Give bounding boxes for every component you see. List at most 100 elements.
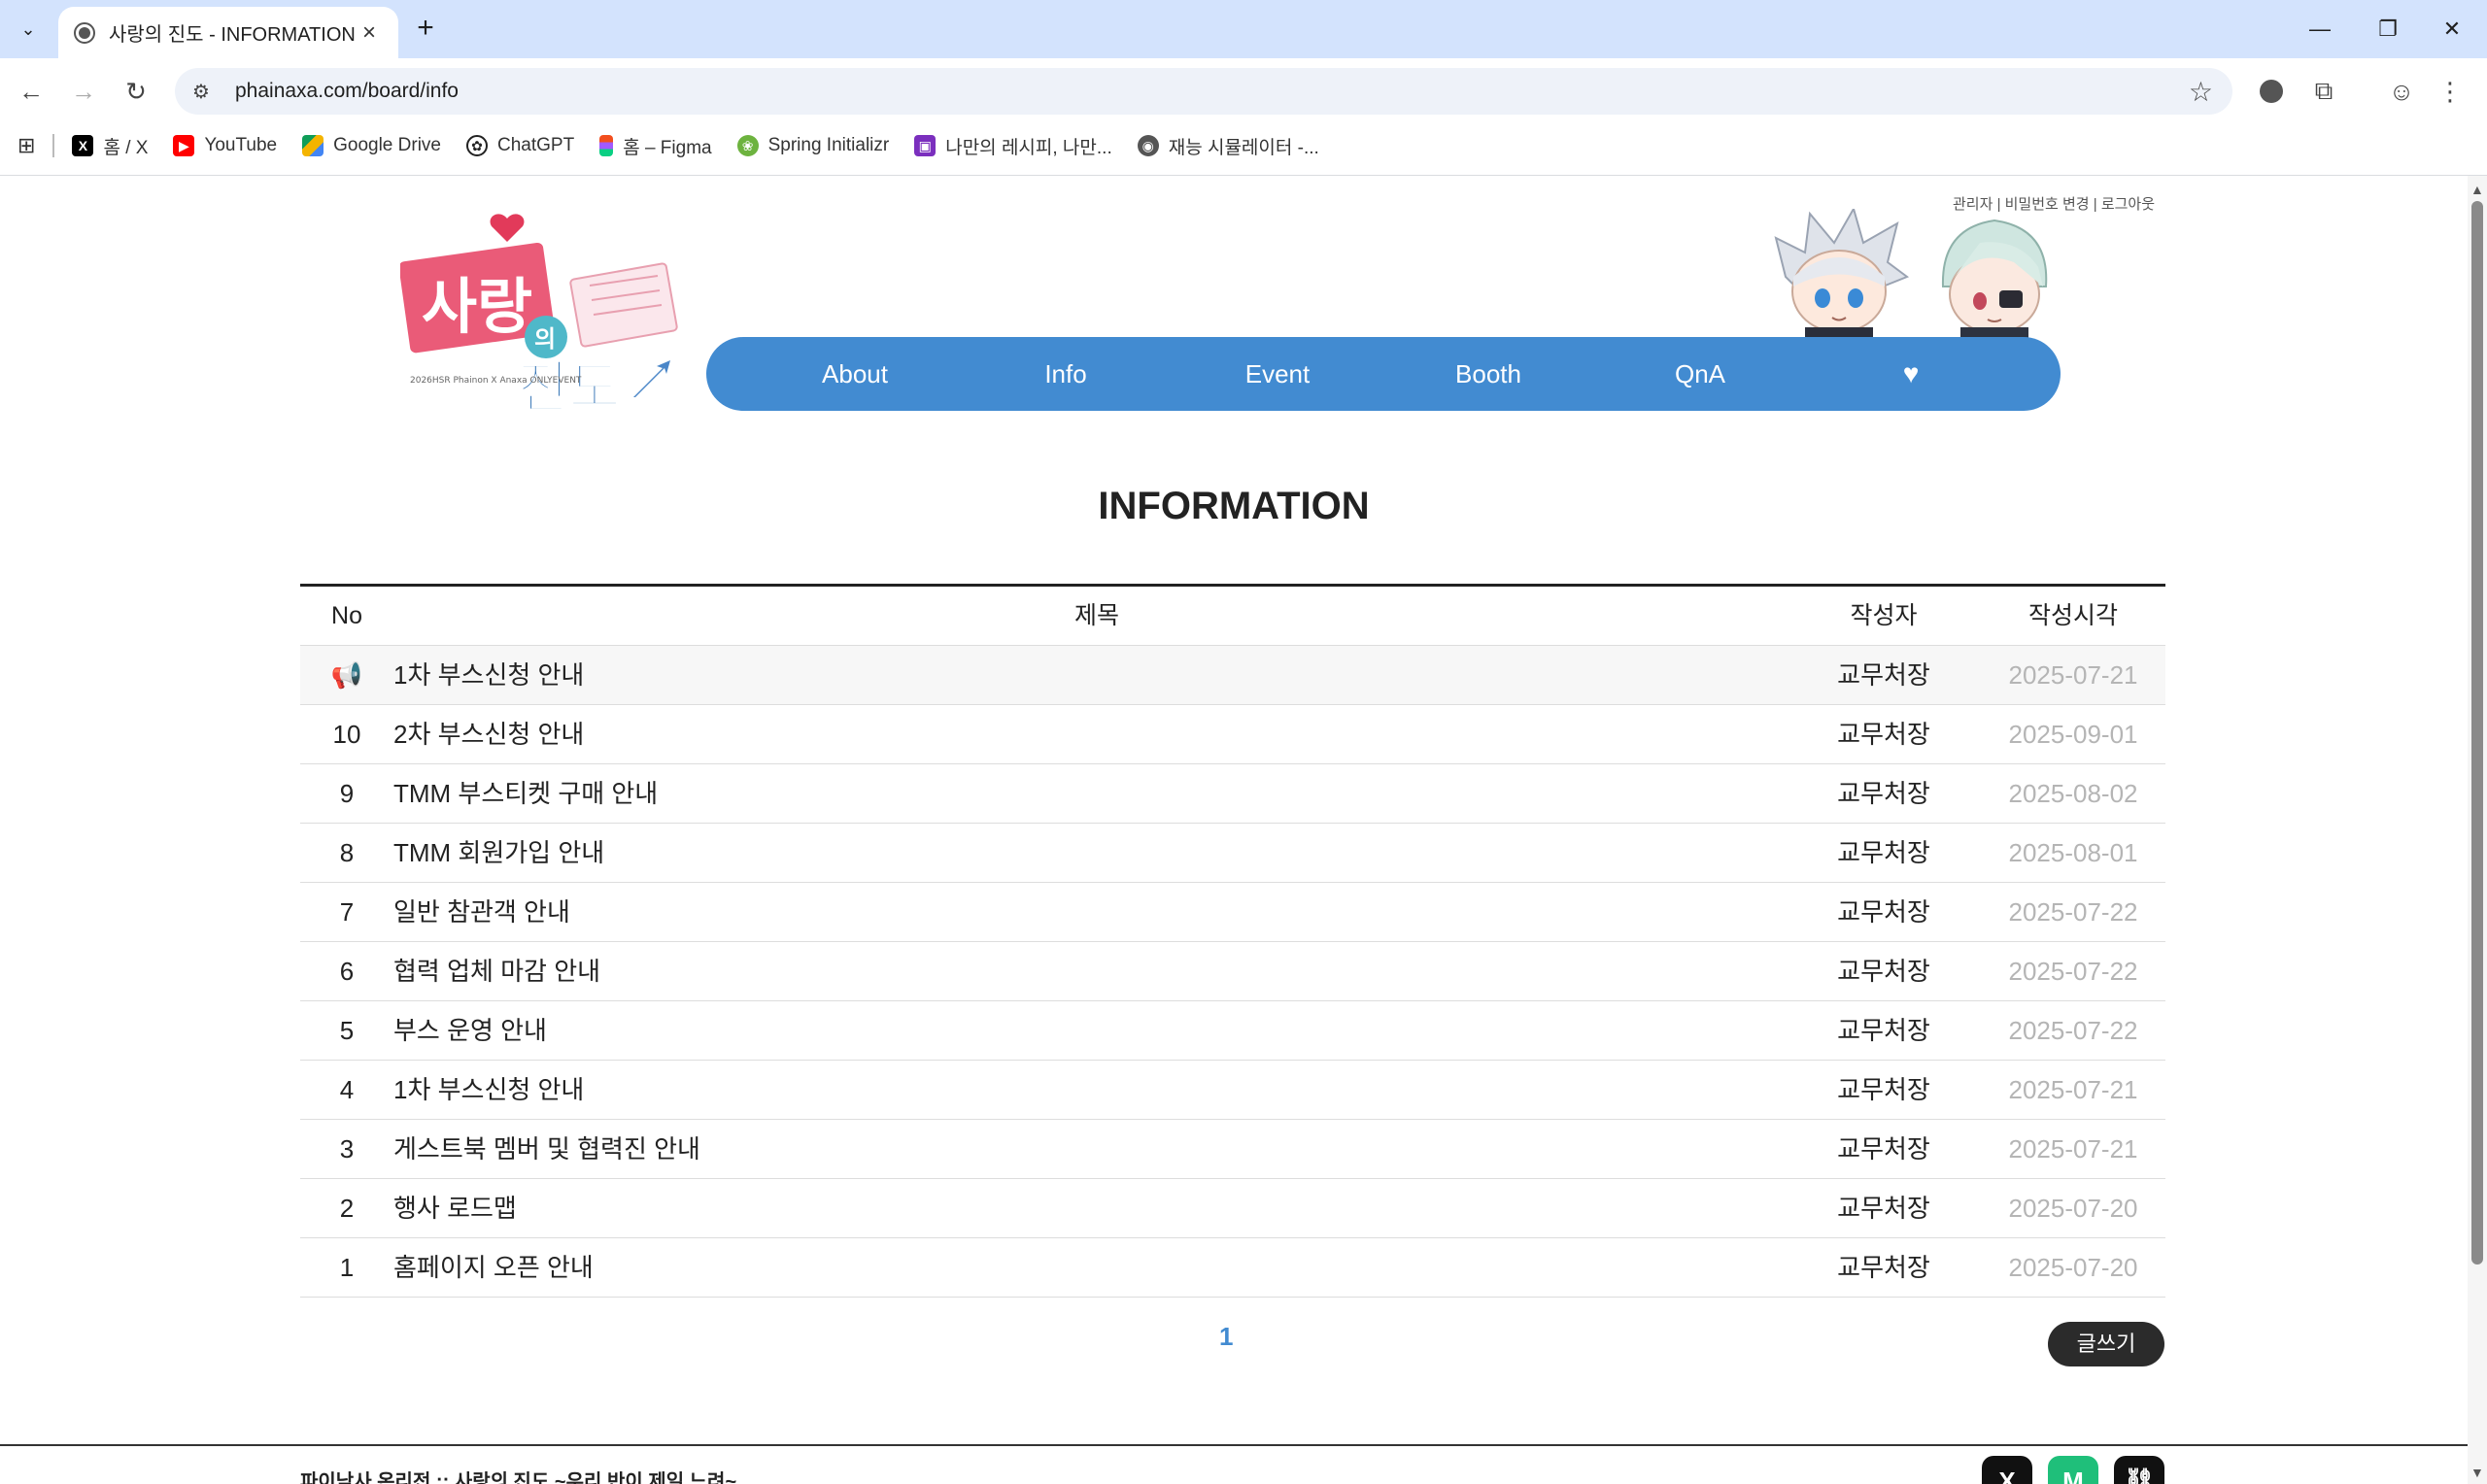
- post-title[interactable]: 부스 운영 안내: [393, 1001, 547, 1061]
- youtube-icon: ▶: [173, 135, 195, 156]
- post-title[interactable]: 행사 로드맵: [393, 1179, 517, 1238]
- post-title[interactable]: 홈페이지 오픈 안내: [393, 1238, 594, 1298]
- nav-booth[interactable]: Booth: [1455, 337, 1521, 411]
- board-table: No 제목 작성자 작성시각 📢 1차 부스신청 안내 교무처장 2025-07…: [300, 584, 2165, 1298]
- arrow-left-icon: ←: [18, 76, 44, 106]
- character-illustration-1: [1774, 209, 1910, 340]
- table-row[interactable]: 6 협력 업체 마감 안내 교무처장 2025-07-22: [300, 942, 2165, 1001]
- globe-icon: ◉: [1137, 135, 1159, 156]
- page-scrollbar[interactable]: ▲ ▼: [2468, 176, 2487, 1484]
- bookmark-label: Spring Initializr: [767, 135, 890, 155]
- figma-icon: [599, 135, 614, 156]
- x-social-icon[interactable]: X: [1982, 1456, 2032, 1484]
- post-author: 교무처장: [1837, 957, 1930, 986]
- tab-search-button[interactable]: ⌄: [10, 12, 47, 47]
- post-title[interactable]: 1차 부스신청 안내: [393, 646, 584, 705]
- bookmark-label: 재능 시뮬레이터 -...: [1168, 137, 1319, 158]
- back-button[interactable]: ←: [10, 70, 52, 113]
- profile-icon[interactable]: ☺: [2380, 70, 2423, 113]
- nav-info[interactable]: Info: [1044, 337, 1086, 411]
- active-tab[interactable]: 사랑의 진도 - INFORMATION ×: [58, 7, 398, 58]
- minimize-button[interactable]: —: [2293, 8, 2347, 51]
- bookmark-chatgpt[interactable]: ✿ ChatGPT: [466, 135, 574, 156]
- close-window-button[interactable]: ✕: [2425, 8, 2479, 51]
- post-title[interactable]: 1차 부스신청 안내: [393, 1061, 584, 1120]
- logo-text-small: 의: [534, 325, 556, 353]
- spring-icon: ❀: [736, 135, 759, 156]
- table-row[interactable]: 4 1차 부스신청 안내 교무처장 2025-07-21: [300, 1061, 2165, 1120]
- table-row[interactable]: 8 TMM 회원가입 안내 교무처장 2025-08-01: [300, 824, 2165, 883]
- post-title[interactable]: TMM 부스티켓 구매 안내: [393, 764, 658, 824]
- post-title[interactable]: 게스트북 멤버 및 협력진 안내: [393, 1120, 700, 1179]
- bookmark-label: 홈 / X: [103, 137, 149, 158]
- footer-title: 파이낙사 온리전 :: 사랑의 진도 ~우리 반이 제일 느려~: [300, 1471, 737, 1484]
- table-row[interactable]: 3 게스트북 멤버 및 협력진 안내 교무처장 2025-07-21: [300, 1120, 2165, 1179]
- post-title[interactable]: TMM 회원가입 안내: [393, 824, 604, 883]
- link-social-icon[interactable]: ⛓: [2114, 1456, 2164, 1484]
- table-row[interactable]: 10 2차 부스신청 안내 교무처장 2025-09-01: [300, 705, 2165, 764]
- post-date: 2025-07-21: [2008, 1075, 2138, 1104]
- table-row[interactable]: 7 일반 참관객 안내 교무처장 2025-07-22: [300, 883, 2165, 942]
- bookmark-label: 홈 – Figma: [623, 137, 712, 158]
- forward-button[interactable]: →: [62, 70, 105, 113]
- post-number: 3: [339, 1134, 355, 1164]
- pagination-page[interactable]: 1: [1219, 1322, 1233, 1352]
- post-date: 2025-07-20: [2008, 1253, 2138, 1282]
- browser-tab-bar: ⌄ 사랑의 진도 - INFORMATION × + — ❐ ✕: [0, 0, 2487, 58]
- restore-button[interactable]: ❐: [2361, 8, 2415, 51]
- post-author: 교무처장: [1837, 897, 1930, 927]
- bookmark-talent-simulator[interactable]: ◉ 재능 시뮬레이터 -...: [1137, 133, 1319, 159]
- post-number: 7: [339, 897, 355, 927]
- write-post-button[interactable]: 글쓰기: [2048, 1322, 2164, 1366]
- scroll-up-icon[interactable]: ▲: [2470, 182, 2484, 197]
- apps-grid-icon[interactable]: ⊞: [17, 133, 35, 158]
- bookmark-google-drive[interactable]: Google Drive: [302, 135, 441, 156]
- nav-event[interactable]: Event: [1245, 337, 1311, 411]
- scroll-down-icon[interactable]: ▼: [2470, 1465, 2484, 1480]
- nav-qna[interactable]: QnA: [1675, 337, 1725, 411]
- post-author: 교무처장: [1837, 1253, 1930, 1282]
- mail-social-icon[interactable]: M: [2048, 1456, 2098, 1484]
- reload-button[interactable]: ↻: [115, 70, 157, 113]
- heart-icon[interactable]: ♥: [1903, 337, 1920, 411]
- bookmark-youtube[interactable]: ▶ YouTube: [173, 135, 277, 156]
- bookmark-recipe[interactable]: ▣ 나만의 레시피, 나만...: [914, 133, 1112, 159]
- extensions-puzzle-icon[interactable]: ⧉: [2302, 70, 2345, 113]
- extension-dark-icon[interactable]: [2250, 70, 2293, 113]
- bookmark-figma[interactable]: 홈 – Figma: [599, 133, 712, 159]
- character-illustration-2: [1941, 219, 2048, 340]
- post-number: 6: [339, 957, 355, 986]
- recipe-icon: ▣: [914, 135, 937, 156]
- google-drive-icon: [302, 135, 324, 156]
- bookmark-x[interactable]: X 홈 / X: [72, 133, 148, 159]
- post-title[interactable]: 협력 업체 마감 안내: [393, 942, 600, 1001]
- post-title[interactable]: 2차 부스신청 안내: [393, 705, 584, 764]
- post-date: 2025-07-21: [2008, 1134, 2138, 1164]
- table-row[interactable]: 9 TMM 부스티켓 구매 안내 교무처장 2025-08-02: [300, 764, 2165, 824]
- bookmark-label: Google Drive: [333, 135, 441, 155]
- close-tab-icon[interactable]: ×: [356, 19, 383, 47]
- site-logo[interactable]: 사랑 의 진도 2026HSR Phainon X Anaxa ONLYEVEN…: [400, 213, 682, 417]
- table-row[interactable]: 2 행사 로드맵 교무처장 2025-07-20: [300, 1179, 2165, 1238]
- bookmarks-bar: ⊞ X 홈 / X ▶ YouTube Google Drive ✿ ChatG…: [0, 124, 2487, 167]
- main-navigation: About Info Event Booth QnA ♥: [706, 337, 2061, 411]
- new-tab-button[interactable]: +: [408, 12, 443, 47]
- post-number: 10: [332, 720, 361, 749]
- post-title[interactable]: 일반 참관객 안내: [393, 883, 570, 942]
- table-row[interactable]: 1 홈페이지 오픈 안내 교무처장 2025-07-20: [300, 1238, 2165, 1298]
- logo-text-main1: 사랑: [422, 271, 532, 342]
- nav-about[interactable]: About: [822, 337, 888, 411]
- scrollbar-thumb[interactable]: [2471, 201, 2483, 1265]
- table-row[interactable]: 5 부스 운영 안내 교무처장 2025-07-22: [300, 1001, 2165, 1061]
- bookmark-star-icon[interactable]: ☆: [2189, 76, 2213, 108]
- post-author: 교무처장: [1837, 1194, 1930, 1223]
- post-author: 교무처장: [1837, 1075, 1930, 1104]
- post-date: 2025-07-21: [2008, 660, 2138, 690]
- post-date: 2025-07-22: [2008, 897, 2138, 927]
- chevron-down-icon: ⌄: [20, 18, 36, 39]
- bookmark-spring[interactable]: ❀ Spring Initializr: [736, 135, 890, 156]
- menu-kebab-icon[interactable]: ⋮: [2429, 70, 2471, 113]
- site-info-icon[interactable]: ⚙: [192, 80, 220, 104]
- address-bar[interactable]: ⚙ phainaxa.com/board/info ☆: [175, 68, 2232, 115]
- table-row-notice[interactable]: 📢 1차 부스신청 안내 교무처장 2025-07-21: [300, 646, 2165, 705]
